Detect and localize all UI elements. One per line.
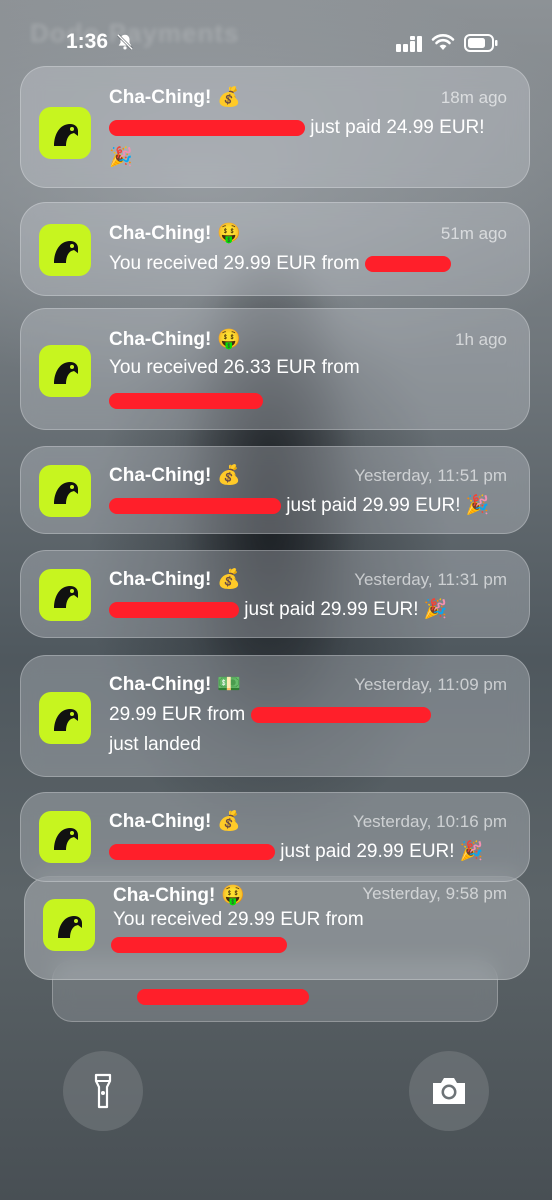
notification-title: Cha-Ching! 💰 (109, 569, 242, 590)
notification-body: You received 29.99 EUR from (113, 909, 364, 930)
notification-card[interactable]: Cha-Ching! 💵 Yesterday, 11:09 pm 29.99 EU… (20, 655, 530, 777)
notification-time: 18m ago (440, 88, 507, 107)
status-bar: 1:36 (0, 30, 552, 64)
app-icon (43, 899, 95, 951)
redaction-mark (109, 601, 239, 618)
notification-card[interactable]: Cha-Ching! 🤑 1h ago You received 26.33 EU… (20, 308, 530, 430)
notification-title: Cha-Ching! 🤑 (113, 885, 246, 906)
redaction-mark (109, 497, 281, 514)
notification-card[interactable]: Cha-Ching! 💰 Yesterday, 10:16 pm just pai… (20, 792, 530, 882)
notification-body: just paid 29.99 EUR! 🎉 (109, 837, 509, 867)
dollar-bills-emoji: 💵 (217, 674, 242, 695)
money-face-emoji: 🤑 (217, 223, 242, 244)
app-icon (39, 465, 91, 517)
notification-time: Yesterday, 9:58 pm (362, 884, 507, 903)
parrot-icon (54, 362, 78, 384)
bell-slash-icon (116, 33, 134, 51)
notification-body: 29.99 EUR from just landed (109, 700, 509, 760)
battery-icon (464, 34, 498, 52)
flashlight-icon (94, 1073, 112, 1109)
money-bag-emoji: 💰 (217, 569, 242, 590)
wifi-icon (431, 34, 455, 50)
parrot-icon (54, 586, 78, 608)
money-face-emoji: 🤑 (221, 885, 246, 906)
notification-card[interactable]: Cha-Ching! 💰 Yesterday, 11:31 pm just pai… (20, 550, 530, 638)
notification-body: just paid 24.99 EUR! 🎉 (109, 117, 485, 168)
notification-title: Cha-Ching! 🤑 (109, 329, 242, 350)
app-icon (39, 224, 91, 276)
notification-body: just paid 29.99 EUR! 🎉 (109, 595, 509, 625)
app-icon (39, 692, 91, 744)
notification-card[interactable]: Cha-Ching! 🤑 Yesterday, 9:58 pm You recei… (24, 876, 530, 980)
app-icon (39, 811, 91, 863)
notification-body: just paid 29.99 EUR! 🎉 (109, 491, 509, 521)
parrot-icon (54, 709, 78, 731)
camera-icon (433, 1078, 465, 1104)
notification-card[interactable]: Cha-Ching! 💰 Yesterday, 11:51 pm just pai… (20, 446, 530, 534)
notification-title: Cha-Ching! 💰 (109, 465, 242, 486)
redaction-mark (250, 706, 431, 723)
money-bag-emoji: 💰 (217, 87, 242, 108)
notification-title: Cha-Ching! 🤑 (109, 223, 242, 244)
status-time: 1:36 (66, 30, 109, 53)
camera-button[interactable] (409, 1051, 489, 1131)
notification-time: Yesterday, 11:09 pm (354, 675, 507, 694)
money-bag-emoji: 💰 (217, 465, 242, 486)
notification-time: Yesterday, 11:51 pm (354, 466, 507, 485)
app-icon (39, 345, 91, 397)
parrot-icon (58, 916, 82, 938)
notification-body: You received 29.99 EUR from (109, 249, 509, 279)
parrot-icon (54, 482, 78, 504)
parrot-icon (54, 241, 78, 263)
notification-title: Cha-Ching! 💵 (109, 674, 242, 695)
redaction-mark (137, 989, 309, 1005)
app-icon (39, 569, 91, 621)
parrot-icon (54, 828, 78, 850)
notification-card[interactable]: Cha-Ching! 🤑 51m ago You received 29.99 E… (20, 202, 530, 296)
redaction-mark (109, 119, 305, 136)
notification-body: You received 26.33 EUR from (109, 357, 360, 378)
money-face-emoji: 🤑 (217, 329, 242, 350)
notification-title: Cha-Ching! 💰 (109, 87, 242, 108)
notification-card[interactable]: Cha-Ching! 💰 18m ago just paid 24.99 EUR!… (20, 66, 530, 188)
redaction-mark (364, 255, 451, 272)
notification-time: 51m ago (440, 224, 507, 243)
notification-title: Cha-Ching! 💰 (109, 811, 242, 832)
notification-time: 1h ago (455, 330, 507, 349)
cellular-signal-icon (396, 36, 422, 52)
redaction-mark (109, 843, 275, 860)
money-bag-emoji: 💰 (217, 811, 242, 832)
flashlight-button[interactable] (63, 1051, 143, 1131)
notification-time: Yesterday, 10:16 pm (352, 812, 507, 831)
redaction-mark (109, 393, 263, 409)
redaction-mark (111, 937, 287, 953)
notification-time: Yesterday, 11:31 pm (354, 570, 507, 589)
parrot-icon (54, 124, 78, 146)
app-icon (39, 107, 91, 159)
